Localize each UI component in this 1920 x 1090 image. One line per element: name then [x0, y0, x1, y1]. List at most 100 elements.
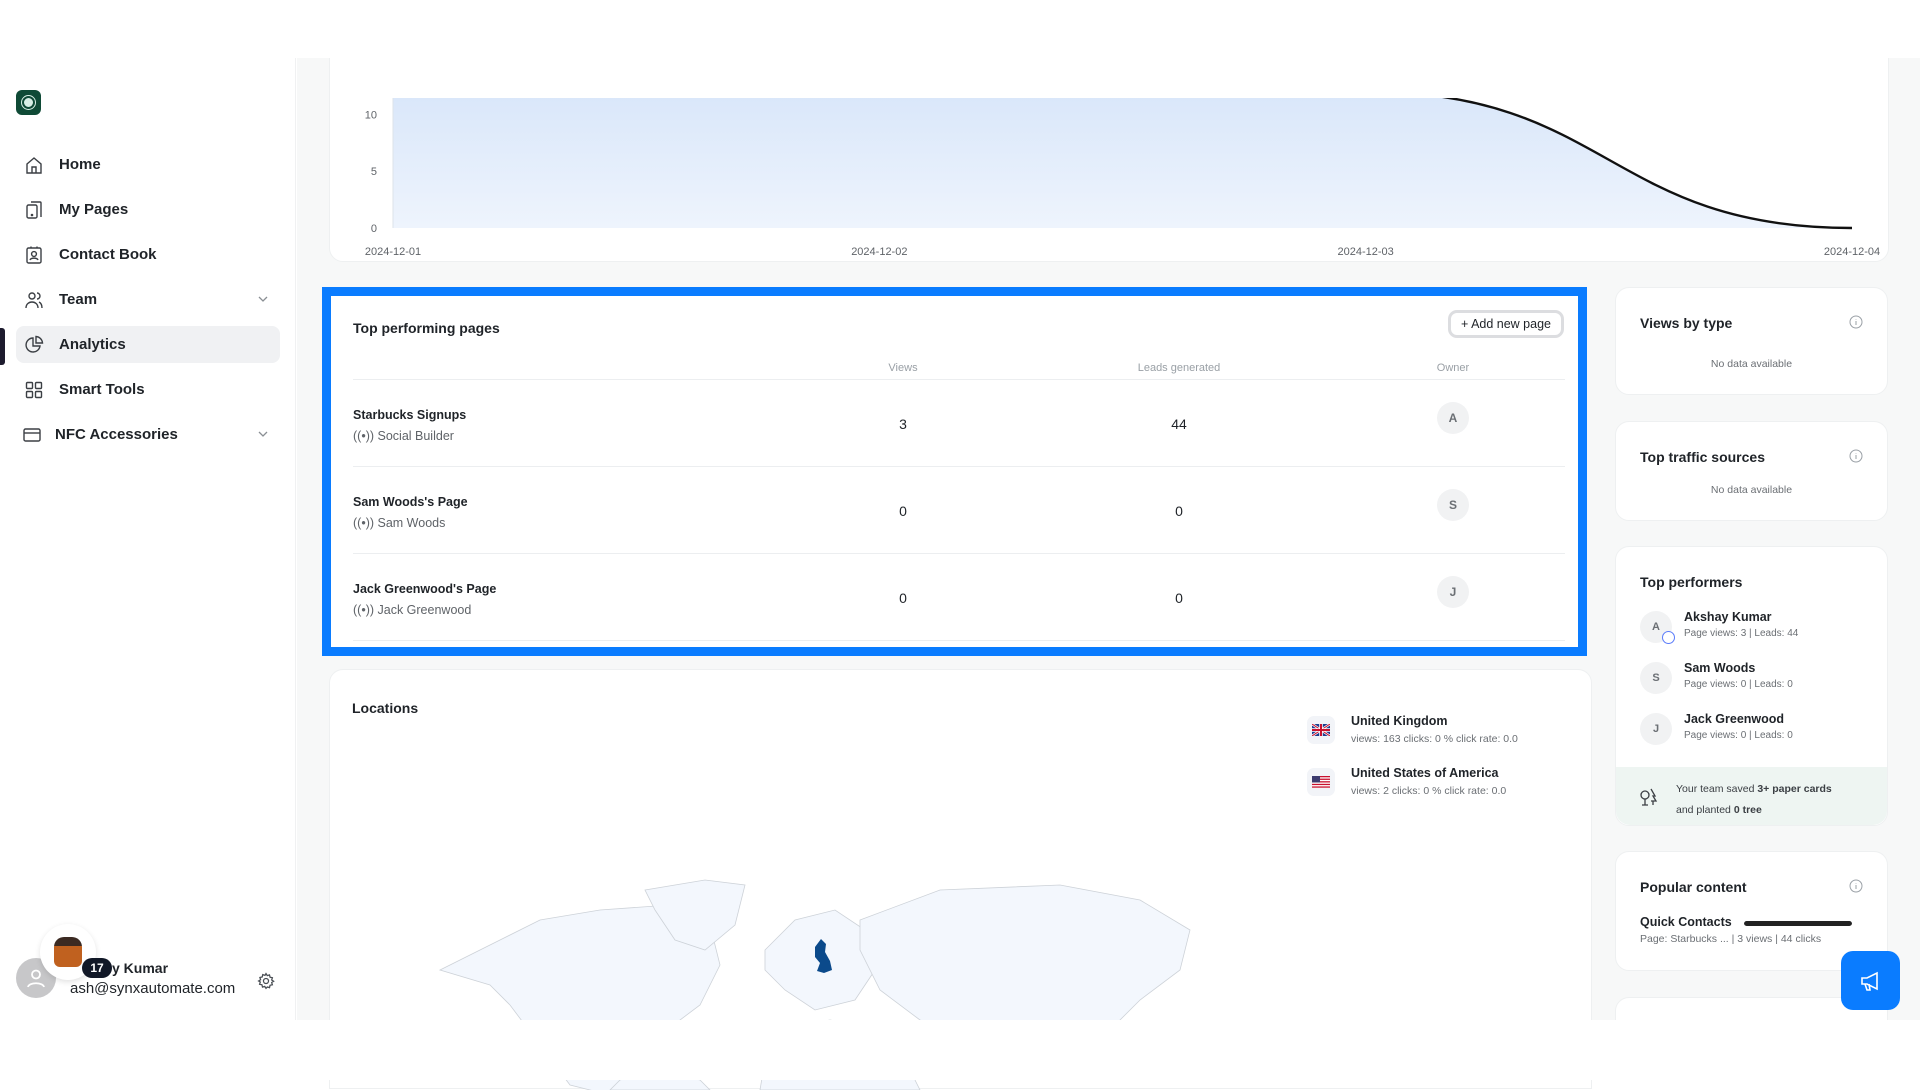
team-icon: [24, 290, 44, 310]
analytics-main: 0 5 10 2024-12-01 2024-12-02 2024-12-03 2024-1…: [297, 38, 1920, 1090]
top-performers-title: Top performers: [1640, 574, 1743, 590]
column-header-views[interactable]: Views: [888, 362, 917, 374]
sidebar-item-smart-tools[interactable]: Smart Tools: [16, 371, 280, 408]
uk-flag-icon: [1307, 716, 1335, 744]
starbucks-logo-icon: [22, 96, 35, 109]
sidebar-item-nfc-accessories[interactable]: NFC Accessories: [16, 416, 280, 453]
performer-avatar: J: [1640, 713, 1672, 745]
sidebar: Home My Pages Contact Book Team Analytic…: [0, 58, 296, 1020]
empty-state: No data available: [1710, 358, 1793, 370]
info-icon[interactable]: [1849, 449, 1863, 463]
top-band: [0, 0, 1920, 58]
broadcast-icon: ((•)): [353, 603, 378, 617]
gear-icon[interactable]: [257, 972, 275, 990]
user-email: ash@synxautomate.com: [70, 980, 236, 997]
location-item[interactable]: United States of America views: 2 clicks…: [1307, 766, 1567, 820]
location-stats: views: 163 clicks: 0 % click rate: 0.0: [1351, 733, 1518, 745]
page-subtitle-text: Jack Greenwood: [377, 603, 472, 617]
brand-logo[interactable]: [16, 90, 41, 115]
location-item[interactable]: United Kingdom views: 163 clicks: 0 % cl…: [1307, 714, 1567, 768]
broadcast-icon: ((•)): [353, 429, 378, 443]
sidebar-item-label: My Pages: [59, 201, 129, 218]
pie-chart-icon: [24, 335, 44, 355]
popular-content-bar-fill: [1744, 921, 1852, 926]
page-subtitle-text: Sam Woods: [377, 516, 446, 530]
sidebar-item-label: Home: [59, 156, 101, 173]
announcements-button[interactable]: [1841, 951, 1900, 1010]
sidebar-item-contact-book[interactable]: Contact Book: [16, 236, 280, 273]
views-area-chart: 0 5 10 2024-12-01 2024-12-02 2024-12-03 2024-1…: [365, 98, 1880, 258]
sidebar-item-label: Analytics: [59, 336, 126, 353]
chevron-down-icon[interactable]: [256, 292, 270, 306]
page-subtitle: ((•)) Social Builder: [353, 429, 454, 443]
column-header-owner[interactable]: Owner: [1437, 362, 1469, 374]
add-new-page-button[interactable]: + Add new page: [1447, 310, 1564, 338]
performer-item[interactable]: A Akshay Kumar Page views: 3 | Leads: 44: [1640, 610, 1870, 651]
planted-prefix: and planted: [1676, 804, 1734, 816]
notification-badge[interactable]: 17: [82, 958, 112, 978]
page-name[interactable]: Starbucks Signups: [353, 408, 466, 422]
eco-impact-text: Your team saved 3+ paper cards and plant…: [1676, 779, 1832, 821]
performer-avatar: S: [1640, 662, 1672, 694]
y-tick-label: 10: [365, 109, 377, 121]
popular-content-name[interactable]: Quick Contacts: [1640, 915, 1732, 929]
chevron-down-icon[interactable]: [256, 427, 270, 441]
verified-badge-icon: [1662, 631, 1675, 644]
megaphone-icon: [1860, 971, 1878, 991]
performer-item[interactable]: S Sam Woods Page views: 0 | Leads: 0: [1640, 661, 1870, 702]
owner-avatar[interactable]: A: [1437, 402, 1469, 434]
popular-content-stats: Page: Starbucks ... | 3 views | 44 click…: [1640, 933, 1822, 945]
performer-name: Jack Greenwood: [1684, 712, 1785, 726]
locations-title: Locations: [352, 700, 419, 716]
top-performing-pages-card: Top performing pages + Add new page View…: [322, 287, 1587, 656]
table-row[interactable]: Sam Woods's Page ((•)) Sam Woods 0 0 S: [353, 467, 1565, 554]
leads-value: 0: [1175, 590, 1183, 606]
location-country: United Kingdom: [1351, 714, 1448, 728]
performer-stats: Page views: 3 | Leads: 44: [1684, 628, 1799, 639]
x-tick-label: 2024-12-03: [1338, 246, 1394, 258]
info-icon[interactable]: [1849, 315, 1863, 329]
table-header: Views Leads generated Owner: [353, 358, 1565, 380]
empty-state: No data available: [1710, 484, 1793, 496]
sidebar-item-team[interactable]: Team: [16, 281, 280, 318]
sidebar-item-label: Smart Tools: [59, 381, 145, 398]
y-tick-label: 5: [371, 166, 377, 178]
views-value: 0: [899, 503, 907, 519]
views-by-type-title: Views by type: [1640, 315, 1733, 331]
eco-impact-banner: Your team saved 3+ paper cards and plant…: [1616, 767, 1887, 825]
page-name[interactable]: Sam Woods's Page: [353, 495, 468, 509]
sidebar-item-label: Contact Book: [59, 246, 157, 263]
contact-book-icon: [24, 245, 44, 265]
table-row[interactable]: Starbucks Signups ((•)) Social Builder 3…: [353, 380, 1565, 467]
saved-prefix: Your team saved: [1676, 783, 1758, 795]
location-stats: views: 2 clicks: 0 % click rate: 0.0: [1351, 785, 1507, 797]
saved-count: 3+ paper cards: [1757, 783, 1832, 795]
table-row[interactable]: Jack Greenwood's Page ((•)) Jack Greenwo…: [353, 554, 1565, 641]
locations-list: United Kingdom views: 163 clicks: 0 % cl…: [1307, 714, 1567, 820]
sidebar-nav: Home My Pages Contact Book Team Analytic…: [16, 146, 280, 461]
pages-icon: [24, 200, 44, 220]
owner-avatar[interactable]: S: [1437, 489, 1469, 521]
sidebar-item-analytics[interactable]: Analytics: [16, 326, 280, 363]
us-flag-icon: [1307, 768, 1335, 796]
x-tick-label: 2024-12-02: [851, 246, 907, 258]
card-icon: [22, 425, 42, 445]
traffic-sources-title: Top traffic sources: [1640, 449, 1765, 465]
owner-avatar[interactable]: J: [1437, 576, 1469, 608]
broadcast-icon: ((•)): [353, 516, 378, 530]
top-pages-table: Views Leads generated Owner Starbucks Si…: [353, 358, 1565, 641]
user-profile[interactable]: y Kumar 17 ash@synxautomate.com: [14, 918, 284, 1008]
sidebar-item-home[interactable]: Home: [16, 146, 280, 183]
sidebar-item-my-pages[interactable]: My Pages: [16, 191, 280, 228]
add-new-page-label: + Add new page: [1460, 317, 1551, 331]
column-header-leads[interactable]: Leads generated: [1138, 362, 1221, 374]
popular-content-title: Popular content: [1640, 879, 1747, 895]
performer-name: Akshay Kumar: [1684, 610, 1772, 624]
bottom-band: [0, 1020, 1920, 1080]
views-by-type-card: Views by type No data available: [1615, 287, 1888, 395]
grid-icon: [24, 380, 44, 400]
top-traffic-sources-card: Top traffic sources No data available: [1615, 421, 1888, 521]
page-name[interactable]: Jack Greenwood's Page: [353, 582, 496, 596]
performer-item[interactable]: J Jack Greenwood Page views: 0 | Leads: …: [1640, 712, 1870, 753]
info-icon[interactable]: [1849, 879, 1863, 893]
